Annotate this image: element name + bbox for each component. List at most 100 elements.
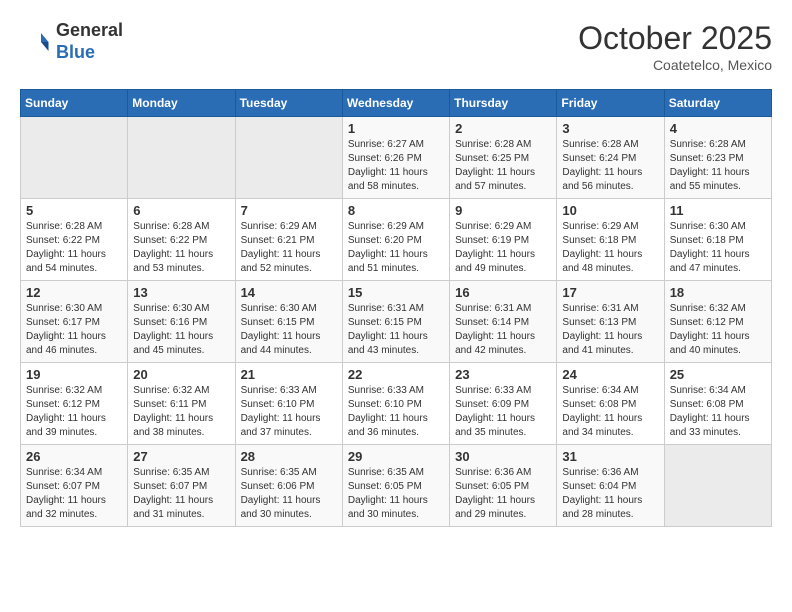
- calendar-cell: [21, 117, 128, 199]
- day-number: 12: [26, 285, 122, 300]
- day-info: Sunrise: 6:36 AM Sunset: 6:05 PM Dayligh…: [455, 466, 551, 522]
- day-info: Sunrise: 6:33 AM Sunset: 6:10 PM Dayligh…: [241, 384, 337, 440]
- day-number: 1: [348, 121, 444, 136]
- month-title: October 2025: [578, 20, 772, 57]
- day-number: 21: [241, 367, 337, 382]
- calendar-cell: 21 Sunrise: 6:33 AM Sunset: 6:10 PM Dayli…: [235, 363, 342, 445]
- day-number: 11: [670, 203, 766, 218]
- calendar-cell: 13 Sunrise: 6:30 AM Sunset: 6:16 PM Dayli…: [128, 281, 235, 363]
- location: Coatetelco, Mexico: [578, 57, 772, 73]
- logo-text: General Blue: [56, 20, 123, 63]
- day-number: 26: [26, 449, 122, 464]
- day-number: 8: [348, 203, 444, 218]
- calendar-cell: 9 Sunrise: 6:29 AM Sunset: 6:19 PM Daylig…: [450, 199, 557, 281]
- day-number: 29: [348, 449, 444, 464]
- day-info: Sunrise: 6:29 AM Sunset: 6:21 PM Dayligh…: [241, 220, 337, 276]
- day-info: Sunrise: 6:32 AM Sunset: 6:11 PM Dayligh…: [133, 384, 229, 440]
- calendar-cell: [235, 117, 342, 199]
- day-number: 16: [455, 285, 551, 300]
- weekday-header-saturday: Saturday: [664, 90, 771, 117]
- calendar-cell: 22 Sunrise: 6:33 AM Sunset: 6:10 PM Dayli…: [342, 363, 449, 445]
- day-info: Sunrise: 6:33 AM Sunset: 6:09 PM Dayligh…: [455, 384, 551, 440]
- calendar-week-row: 26 Sunrise: 6:34 AM Sunset: 6:07 PM Dayli…: [21, 445, 772, 527]
- calendar-cell: 31 Sunrise: 6:36 AM Sunset: 6:04 PM Dayli…: [557, 445, 664, 527]
- day-info: Sunrise: 6:30 AM Sunset: 6:18 PM Dayligh…: [670, 220, 766, 276]
- weekday-header-sunday: Sunday: [21, 90, 128, 117]
- day-number: 22: [348, 367, 444, 382]
- day-info: Sunrise: 6:31 AM Sunset: 6:13 PM Dayligh…: [562, 302, 658, 358]
- day-info: Sunrise: 6:33 AM Sunset: 6:10 PM Dayligh…: [348, 384, 444, 440]
- calendar-cell: 8Sunrise: 6:29 AM Sunset: 6:20 PM Daylig…: [342, 199, 449, 281]
- day-info: Sunrise: 6:35 AM Sunset: 6:07 PM Dayligh…: [133, 466, 229, 522]
- calendar-cell: 6 Sunrise: 6:28 AM Sunset: 6:22 PM Daylig…: [128, 199, 235, 281]
- day-number: 18: [670, 285, 766, 300]
- day-number: 4: [670, 121, 766, 136]
- calendar-cell: 18 Sunrise: 6:32 AM Sunset: 6:12 PM Dayli…: [664, 281, 771, 363]
- page-header: General Blue October 2025 Coatetelco, Me…: [20, 20, 772, 73]
- calendar-cell: 16 Sunrise: 6:31 AM Sunset: 6:14 PM Dayli…: [450, 281, 557, 363]
- day-number: 15: [348, 285, 444, 300]
- calendar-cell: 10 Sunrise: 6:29 AM Sunset: 6:18 PM Dayli…: [557, 199, 664, 281]
- logo-icon: [20, 27, 50, 57]
- calendar-cell: 27 Sunrise: 6:35 AM Sunset: 6:07 PM Dayli…: [128, 445, 235, 527]
- day-info: Sunrise: 6:30 AM Sunset: 6:15 PM Dayligh…: [241, 302, 337, 358]
- weekday-header-friday: Friday: [557, 90, 664, 117]
- title-block: October 2025 Coatetelco, Mexico: [578, 20, 772, 73]
- day-number: 5: [26, 203, 122, 218]
- day-number: 31: [562, 449, 658, 464]
- calendar-cell: 17 Sunrise: 6:31 AM Sunset: 6:13 PM Dayli…: [557, 281, 664, 363]
- calendar-cell: 15 Sunrise: 6:31 AM Sunset: 6:15 PM Dayli…: [342, 281, 449, 363]
- weekday-header-monday: Monday: [128, 90, 235, 117]
- day-number: 27: [133, 449, 229, 464]
- calendar-week-row: 19Sunrise: 6:32 AM Sunset: 6:12 PM Dayli…: [21, 363, 772, 445]
- calendar-cell: 12 Sunrise: 6:30 AM Sunset: 6:17 PM Dayli…: [21, 281, 128, 363]
- day-info: Sunrise: 6:31 AM Sunset: 6:14 PM Dayligh…: [455, 302, 551, 358]
- calendar-cell: 7Sunrise: 6:29 AM Sunset: 6:21 PM Daylig…: [235, 199, 342, 281]
- day-number: 9: [455, 203, 551, 218]
- day-info: Sunrise: 6:30 AM Sunset: 6:16 PM Dayligh…: [133, 302, 229, 358]
- day-number: 10: [562, 203, 658, 218]
- day-number: 14: [241, 285, 337, 300]
- calendar-cell: 26 Sunrise: 6:34 AM Sunset: 6:07 PM Dayli…: [21, 445, 128, 527]
- calendar-cell: 29 Sunrise: 6:35 AM Sunset: 6:05 PM Dayli…: [342, 445, 449, 527]
- day-info: Sunrise: 6:34 AM Sunset: 6:08 PM Dayligh…: [670, 384, 766, 440]
- calendar-cell: 3Sunrise: 6:28 AM Sunset: 6:24 PM Daylig…: [557, 117, 664, 199]
- calendar-cell: 30 Sunrise: 6:36 AM Sunset: 6:05 PM Dayli…: [450, 445, 557, 527]
- calendar-cell: 5Sunrise: 6:28 AM Sunset: 6:22 PM Daylig…: [21, 199, 128, 281]
- calendar-cell: [664, 445, 771, 527]
- day-number: 17: [562, 285, 658, 300]
- day-number: 24: [562, 367, 658, 382]
- day-info: Sunrise: 6:28 AM Sunset: 6:25 PM Dayligh…: [455, 138, 551, 194]
- day-number: 6: [133, 203, 229, 218]
- calendar-cell: 2 Sunrise: 6:28 AM Sunset: 6:25 PM Daylig…: [450, 117, 557, 199]
- weekday-header-thursday: Thursday: [450, 90, 557, 117]
- day-number: 19: [26, 367, 122, 382]
- day-number: 20: [133, 367, 229, 382]
- day-number: 28: [241, 449, 337, 464]
- day-info: Sunrise: 6:27 AM Sunset: 6:26 PM Dayligh…: [348, 138, 444, 194]
- day-info: Sunrise: 6:35 AM Sunset: 6:06 PM Dayligh…: [241, 466, 337, 522]
- day-info: Sunrise: 6:31 AM Sunset: 6:15 PM Dayligh…: [348, 302, 444, 358]
- day-info: Sunrise: 6:29 AM Sunset: 6:18 PM Dayligh…: [562, 220, 658, 276]
- calendar-week-row: 12 Sunrise: 6:30 AM Sunset: 6:17 PM Dayli…: [21, 281, 772, 363]
- calendar-cell: 4 Sunrise: 6:28 AM Sunset: 6:23 PM Daylig…: [664, 117, 771, 199]
- day-number: 2: [455, 121, 551, 136]
- day-number: 13: [133, 285, 229, 300]
- day-info: Sunrise: 6:30 AM Sunset: 6:17 PM Dayligh…: [26, 302, 122, 358]
- day-info: Sunrise: 6:29 AM Sunset: 6:19 PM Dayligh…: [455, 220, 551, 276]
- day-info: Sunrise: 6:28 AM Sunset: 6:22 PM Dayligh…: [133, 220, 229, 276]
- day-number: 25: [670, 367, 766, 382]
- day-info: Sunrise: 6:36 AM Sunset: 6:04 PM Dayligh…: [562, 466, 658, 522]
- calendar-cell: 11 Sunrise: 6:30 AM Sunset: 6:18 PM Dayli…: [664, 199, 771, 281]
- day-info: Sunrise: 6:34 AM Sunset: 6:08 PM Dayligh…: [562, 384, 658, 440]
- weekday-header-tuesday: Tuesday: [235, 90, 342, 117]
- calendar-cell: 23Sunrise: 6:33 AM Sunset: 6:09 PM Dayli…: [450, 363, 557, 445]
- calendar-cell: 24 Sunrise: 6:34 AM Sunset: 6:08 PM Dayli…: [557, 363, 664, 445]
- day-info: Sunrise: 6:35 AM Sunset: 6:05 PM Dayligh…: [348, 466, 444, 522]
- logo: General Blue: [20, 20, 123, 63]
- day-info: Sunrise: 6:28 AM Sunset: 6:23 PM Dayligh…: [670, 138, 766, 194]
- day-info: Sunrise: 6:34 AM Sunset: 6:07 PM Dayligh…: [26, 466, 122, 522]
- day-info: Sunrise: 6:32 AM Sunset: 6:12 PM Dayligh…: [670, 302, 766, 358]
- calendar-cell: [128, 117, 235, 199]
- day-number: 30: [455, 449, 551, 464]
